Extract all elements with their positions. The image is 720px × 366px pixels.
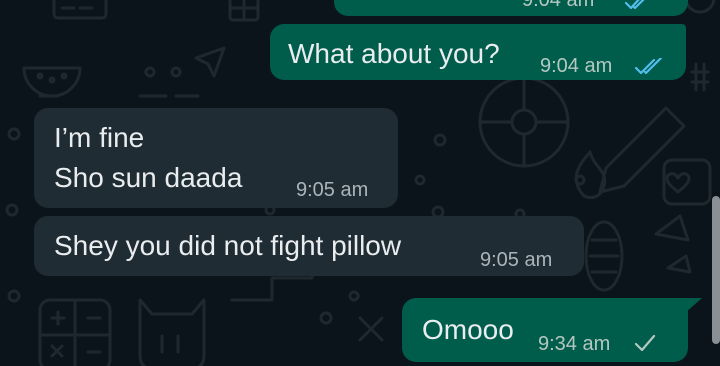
message-bubble-incoming[interactable]: Shey you did not fight pillow 9:05 am — [34, 216, 584, 276]
message-bubble-incoming[interactable]: I’m fine Sho sun daada 9:05 am — [34, 108, 398, 208]
message-time: 9:04 am — [522, 0, 595, 11]
message-text-line: Sho sun daada — [54, 162, 243, 193]
message-bubble-outgoing[interactable]: 9:04 am — [334, 0, 688, 16]
message-time: 9:05 am — [296, 179, 369, 201]
message-time: 9:04 am — [540, 55, 613, 77]
scrollbar-thumb[interactable] — [712, 196, 720, 344]
message-text: Omooo — [422, 314, 514, 345]
message-time: 9:34 am — [538, 333, 611, 355]
message-text: What about you? — [288, 38, 500, 69]
message-text-line: I’m fine — [54, 122, 145, 153]
double-check-read-icon — [634, 58, 663, 75]
message-bubble-outgoing[interactable]: Omooo 9:34 am — [402, 298, 688, 362]
single-check-delivered-icon — [634, 334, 656, 352]
message-text: Shey you did not fight pillow — [54, 230, 402, 261]
double-check-read-icon — [624, 0, 645, 10]
message-time: 9:05 am — [480, 249, 553, 271]
message-bubble-outgoing[interactable]: What about you? 9:04 am — [270, 24, 686, 80]
